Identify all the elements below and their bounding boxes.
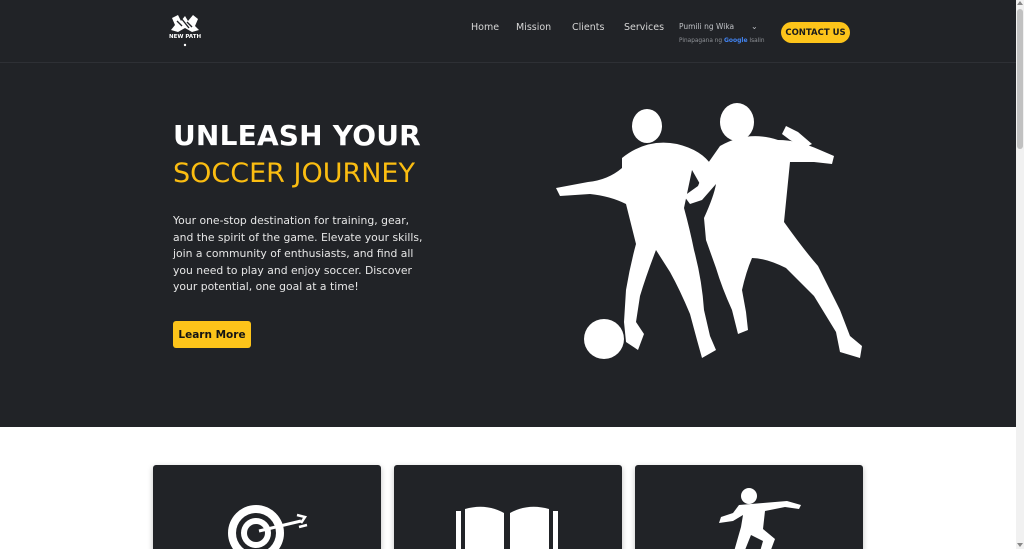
open-book-icon — [456, 506, 558, 549]
logo-text: NEW PATH — [169, 34, 202, 40]
hero-description: Your one-stop destination for training, … — [173, 214, 423, 293]
service-card-training[interactable] — [153, 465, 381, 549]
hero-title: UNLEASH YOUR SOCCER JOURNEY — [173, 117, 421, 193]
soccer-players-silhouette-icon — [552, 100, 868, 362]
nav-home[interactable]: Home — [471, 22, 499, 33]
hero-title-line1: UNLEASH YOUR — [173, 119, 421, 152]
scroll-up-icon[interactable] — [1017, 1, 1023, 5]
language-select[interactable]: Pumili ng Wika — [679, 22, 761, 31]
service-card-learning[interactable] — [394, 465, 622, 549]
nav-clients[interactable]: Clients — [572, 22, 604, 33]
nav-mission[interactable]: Mission — [516, 22, 551, 33]
logo-graphic — [171, 15, 199, 47]
players-graphic — [556, 103, 862, 359]
google-logo[interactable]: Google — [724, 37, 748, 44]
powered-prefix: Pinapagana ng — [679, 38, 723, 44]
kicking-player-icon — [719, 488, 801, 549]
contact-us-button[interactable]: CONTACT US — [781, 22, 850, 43]
chevron-down-icon[interactable]: ⌄ — [751, 22, 758, 31]
nav-services[interactable]: Services — [624, 22, 664, 33]
service-card-gameplay[interactable] — [635, 465, 863, 549]
powered-suffix[interactable]: Isalin — [749, 38, 764, 44]
language-selector[interactable]: Pumili ng Wika ⌄ Pinapagana ng Google Is… — [679, 22, 765, 44]
newpath-logo-icon[interactable]: NEW PATH — [166, 12, 204, 48]
site-header: NEW PATH Home Mission Clients Services P… — [0, 0, 1016, 63]
scroll-thumb[interactable] — [1017, 9, 1023, 149]
hero-title-line2: SOCCER JOURNEY — [173, 158, 415, 189]
scroll-down-icon[interactable] — [1017, 543, 1023, 547]
powered-by-google: Pinapagana ng Google Isalin — [679, 37, 765, 44]
target-arrow-icon — [228, 505, 308, 549]
page-scrollbar[interactable] — [1016, 0, 1024, 549]
learn-more-button[interactable]: Learn More — [173, 321, 251, 348]
